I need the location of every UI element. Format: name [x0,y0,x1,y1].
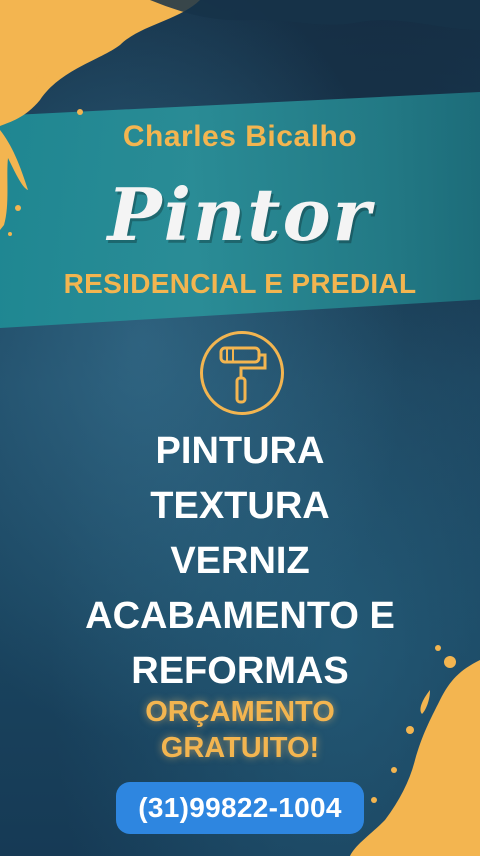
list-item: TEXTURA [150,485,330,527]
quote-line-1: ORÇAMENTO [145,696,335,728]
page-subtitle: RESIDENCIAL E PREDIAL [63,268,417,299]
list-item: ACABAMENTO E [85,595,395,637]
list-item: REFORMAS [131,650,349,692]
quote-line-2: GRATUITO! [160,732,320,764]
paint-splash-top-icon [0,0,480,126]
list-item: PINTURA [155,430,325,472]
services-list: PINTURA TEXTURA VERNIZ ACABAMENTO E REFO… [0,424,480,699]
free-quote-text: ORÇAMENTO GRATUITO! [0,694,480,766]
page-title: Pintor [107,172,373,257]
paint-roller-icon [200,331,284,415]
painter-name: Charles Bicalho [122,120,358,153]
list-item: VERNIZ [170,540,310,582]
phone-button[interactable]: (31)99822-1004 [116,782,364,834]
